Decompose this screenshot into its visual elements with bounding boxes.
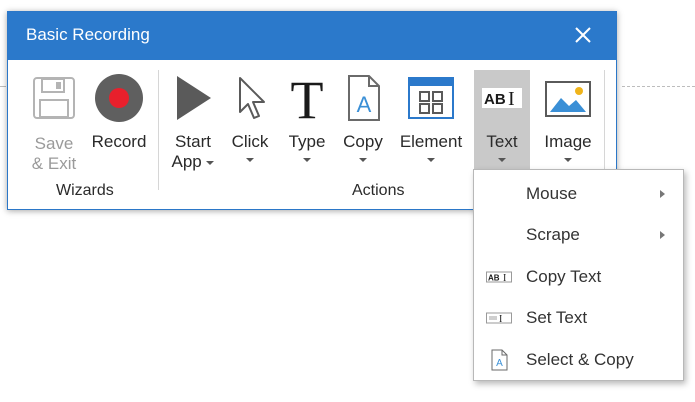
chevron-down-icon: [564, 158, 572, 162]
menu-item-label: Scrape: [526, 225, 580, 244]
title-bar: Basic Recording: [8, 12, 616, 60]
menu-item-select-copy[interactable]: A Select & Copy: [474, 340, 683, 380]
record-label: Record: [91, 132, 147, 151]
copy-document-icon: A: [340, 72, 386, 126]
save-exit-button[interactable]: Save & Exit: [26, 74, 82, 174]
group-separator: [158, 70, 159, 190]
click-button[interactable]: Click: [226, 72, 274, 162]
copy-button[interactable]: A Copy: [340, 72, 386, 162]
copy-text-icon: AB I: [486, 269, 512, 289]
svg-text:AB: AB: [484, 91, 506, 108]
close-icon[interactable]: [569, 21, 597, 49]
window-title: Basic Recording: [26, 25, 150, 44]
svg-text:T: T: [291, 72, 324, 124]
start-app-button[interactable]: Start App: [168, 72, 218, 172]
text-button[interactable]: AB I Text: [474, 72, 530, 162]
element-label: Element: [399, 132, 463, 151]
svg-text:A: A: [496, 358, 503, 369]
group-label-wizards: Wizards: [56, 182, 114, 199]
chevron-down-icon: [206, 160, 215, 165]
svg-text:I: I: [508, 88, 515, 110]
text-label: Text: [486, 132, 518, 151]
menu-item-label: Select & Copy: [526, 350, 634, 369]
element-window-icon: [396, 72, 466, 126]
svg-text:A: A: [357, 92, 372, 117]
menu-item-copy-text[interactable]: AB I Copy Text: [474, 257, 683, 297]
menu-item-label: Copy Text: [526, 267, 602, 286]
text-dropdown-menu: Mouse Scrape AB I Copy Text I Set Text A…: [473, 169, 684, 381]
record-button[interactable]: Record: [90, 72, 148, 152]
play-icon: [168, 72, 218, 126]
group-label-actions: Actions: [352, 182, 405, 199]
select-copy-icon: A: [486, 349, 512, 376]
copy-label: Copy: [343, 132, 383, 151]
menu-item-label: Set Text: [526, 308, 588, 327]
chevron-down-icon: [303, 158, 311, 162]
element-button[interactable]: Element: [396, 72, 466, 162]
menu-item-scrape[interactable]: Scrape: [474, 215, 683, 255]
floppy-disk-icon: [26, 74, 82, 126]
cursor-arrow-icon: [226, 72, 274, 126]
chevron-down-icon: [498, 158, 506, 162]
record-icon: [90, 72, 148, 126]
image-icon: [538, 72, 598, 126]
set-text-icon: I: [486, 310, 512, 330]
image-label: Image: [544, 132, 592, 151]
start-app-line2-wrap: App: [168, 152, 218, 172]
dashed-guide-left: [0, 86, 6, 87]
text-abi-icon: AB I: [474, 72, 530, 126]
svg-text:I: I: [503, 273, 506, 284]
save-exit-line1: Save: [34, 134, 74, 153]
type-t-icon: T: [284, 70, 330, 130]
menu-item-label: Mouse: [526, 184, 578, 203]
start-app-line1: Start: [175, 132, 211, 151]
start-app-line2: App: [171, 152, 202, 171]
svg-text:I: I: [499, 314, 502, 325]
chevron-down-icon: [246, 158, 254, 162]
type-label: Type: [288, 132, 326, 151]
svg-text:AB: AB: [488, 274, 500, 283]
type-button[interactable]: T Type: [284, 70, 330, 162]
dashed-guide-right: [622, 86, 695, 87]
save-exit-line2: & Exit: [31, 154, 77, 173]
chevron-right-icon: [660, 190, 665, 198]
click-label: Click: [231, 132, 269, 151]
chevron-down-icon: [359, 158, 367, 162]
menu-item-mouse[interactable]: Mouse: [474, 174, 683, 214]
chevron-down-icon: [427, 158, 435, 162]
image-button[interactable]: Image: [538, 72, 598, 162]
menu-item-set-text[interactable]: I Set Text: [474, 298, 683, 338]
chevron-right-icon: [660, 231, 665, 239]
